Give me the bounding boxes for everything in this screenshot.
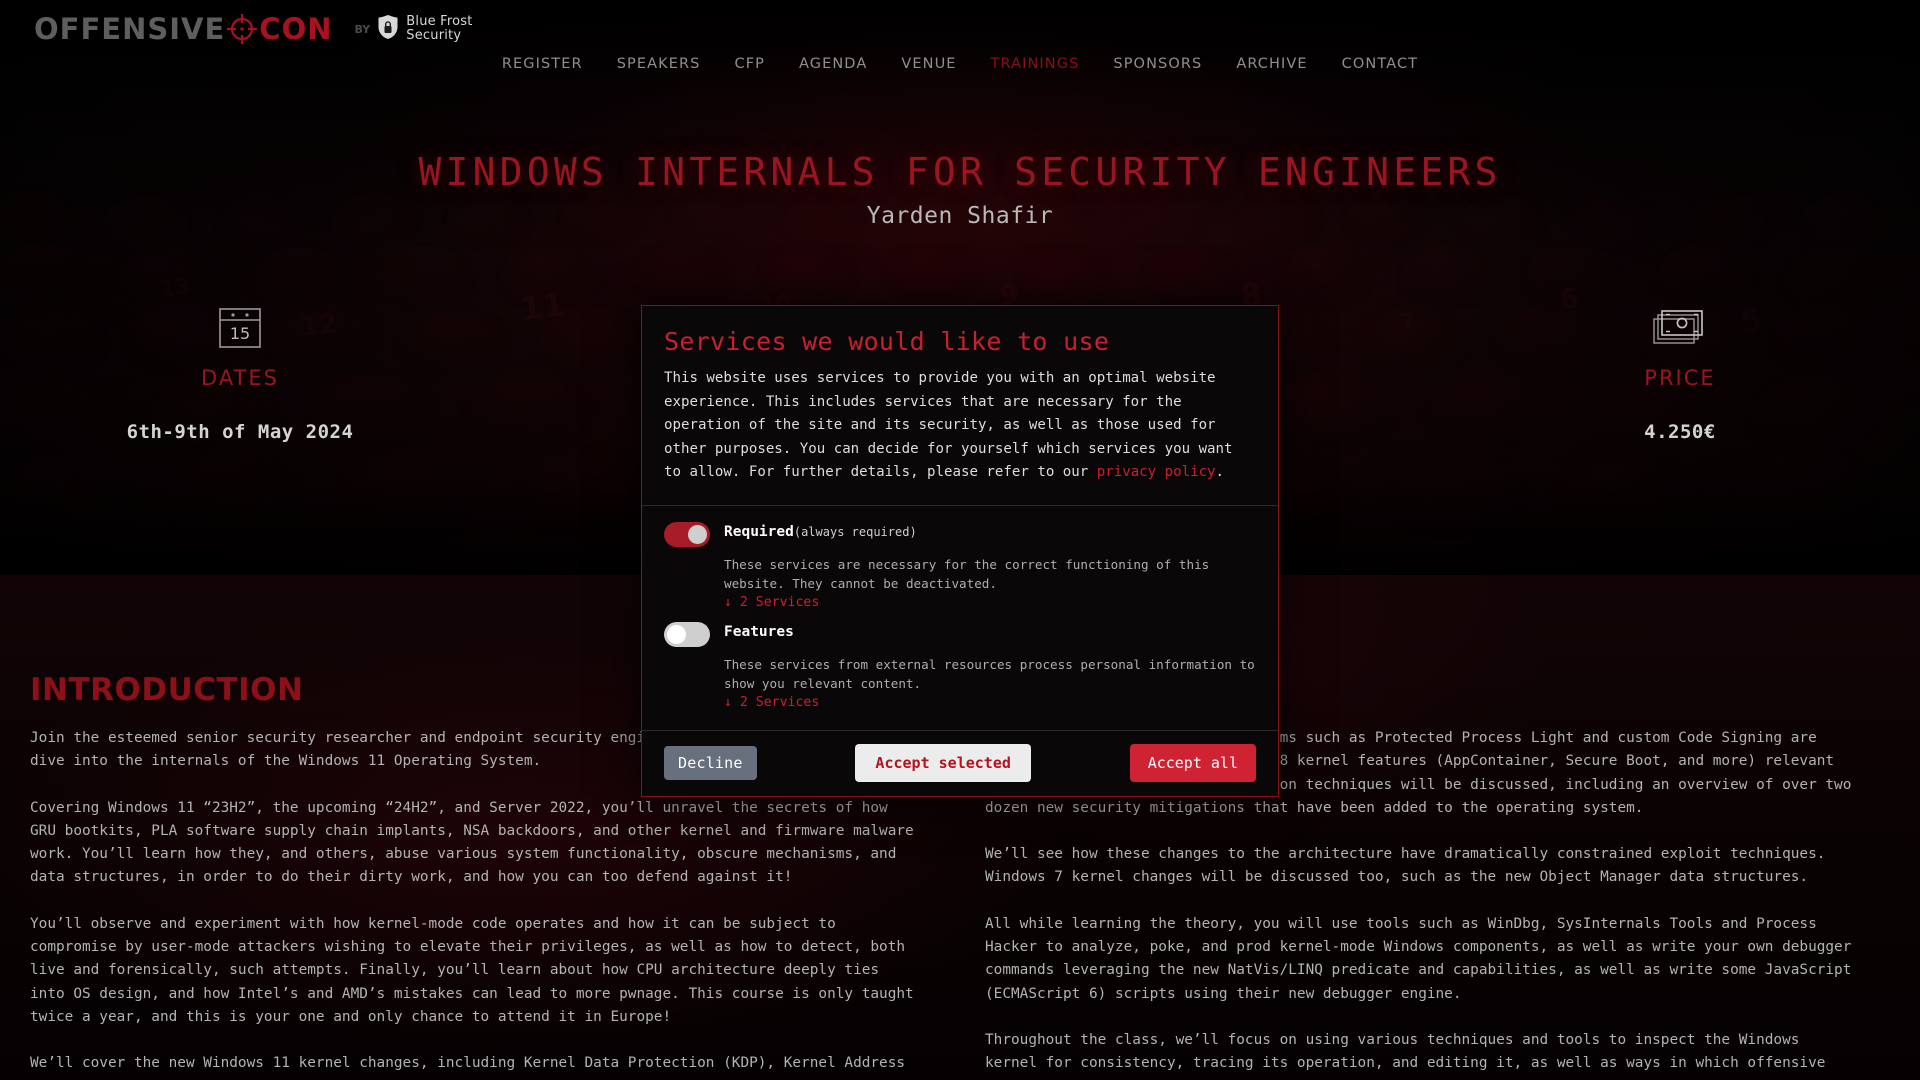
service-row-required: Required(always required) — [664, 520, 1256, 547]
cookie-service-groups: Required(always required) These services… — [642, 506, 1278, 730]
partner-name: Blue Frost Security — [406, 15, 472, 43]
info-value-price: 4.250€ — [1644, 421, 1716, 443]
info-value-dates: 6th-9th of May 2024 — [126, 421, 354, 443]
page-title: WINDOWS INTERNALS FOR SECURITY ENGINEERS — [418, 150, 1502, 194]
service-name-required: Required — [724, 523, 794, 540]
crosshair-icon — [227, 14, 258, 44]
paragraph-right-2: We’ll see how these changes to the archi… — [985, 846, 1826, 886]
nav-item-agenda[interactable]: AGENDA — [782, 56, 884, 72]
paragraph-right-4: Throughout the class, we’ll focus on usi… — [985, 1031, 1826, 1080]
info-card-dates: 15 DATES 6th-9th of May 2024 — [0, 300, 480, 443]
paragraph-right-3: All while learning the theory, you will … — [985, 915, 1852, 1002]
partner-line-2: Security — [406, 28, 462, 43]
paragraph-left-4: We’ll cover the new Windows 11 kernel ch… — [30, 1055, 906, 1072]
service-name-features: Features — [724, 623, 794, 640]
logo-offensive-text: OFFENSIVE — [34, 12, 226, 46]
logo-wordmark: OFFENSIVE CON — [34, 12, 333, 46]
service-description-features: These services from external resources p… — [724, 656, 1255, 691]
service-expand-features[interactable]: ↓ 2 Services — [664, 695, 1256, 710]
cookie-dialog-description: This website uses services to provide yo… — [664, 367, 1256, 485]
paragraph-left-3: You’ll observe and experiment with how k… — [30, 915, 914, 1025]
accept-all-button[interactable]: Accept all — [1129, 743, 1256, 782]
service-note-required: (always required) — [793, 524, 917, 539]
service-description-required: These services are necessary for the cor… — [724, 556, 1210, 591]
info-card-price: PRICE 4.250€ — [1440, 300, 1920, 443]
nav-item-sponsors[interactable]: SPONSORS — [1096, 56, 1219, 72]
primary-navigation: REGISTER SPEAKERS CFP AGENDA VENUE TRAININGS S… — [0, 56, 1920, 72]
info-label-price: PRICE — [1644, 366, 1716, 390]
money-icon — [1440, 300, 1920, 356]
nav-item-venue[interactable]: VENUE — [884, 56, 973, 72]
nav-item-register[interactable]: REGISTER — [485, 56, 600, 72]
partner-line-1: Blue Frost — [406, 14, 473, 29]
by-label: BY — [354, 22, 371, 36]
service-row-features: Features — [664, 620, 1256, 647]
service-heading-features: Features — [724, 620, 1256, 640]
service-expand-required[interactable]: ↓ 2 Services — [664, 595, 1256, 610]
nav-item-trainings[interactable]: TRAININGS — [974, 56, 1097, 72]
page-root: 1312111098765 OFFENSIVE CON — [0, 0, 1920, 1080]
site-logo[interactable]: OFFENSIVE CON BY Blue Frost Security — [34, 12, 473, 46]
cookie-dialog-header: Services we would like to use This websi… — [642, 306, 1278, 506]
cookie-dialog-actions: Decline Accept selected Accept all — [642, 729, 1278, 796]
paragraph-left-2: Covering Windows 11 “23H2”, the upcoming… — [30, 799, 914, 886]
decline-button[interactable]: Decline — [664, 745, 757, 780]
toggle-required[interactable] — [664, 521, 710, 547]
privacy-policy-link[interactable]: privacy policy — [1097, 464, 1216, 480]
blue-frost-security-logo: BY Blue Frost Security — [355, 14, 473, 44]
nav-item-speakers[interactable]: SPEAKERS — [600, 56, 718, 72]
nav-item-contact[interactable]: CONTACT — [1325, 56, 1435, 72]
cookie-consent-dialog: Services we would like to use This websi… — [641, 305, 1279, 797]
accept-selected-button[interactable]: Accept selected — [855, 743, 1031, 782]
cookie-description-tail: . — [1215, 464, 1225, 480]
toggle-knob — [688, 524, 707, 544]
cookie-dialog-title: Services we would like to use — [664, 327, 1110, 356]
calendar-icon: 15 — [0, 300, 480, 356]
nav-item-cfp[interactable]: CFP — [717, 56, 782, 72]
service-group-required: Required(always required) These services… — [664, 520, 1256, 610]
nav-item-archive[interactable]: ARCHIVE — [1219, 56, 1324, 72]
toggle-knob — [667, 624, 686, 644]
course-author: Yarden Shafir — [866, 203, 1054, 229]
service-heading-required: Required(always required) — [724, 520, 1256, 540]
toggle-features[interactable] — [664, 621, 710, 647]
shield-lock-icon — [377, 14, 399, 44]
section-heading-introduction: INTRODUCTION — [30, 672, 304, 708]
calendar-day-number: 15 — [230, 324, 250, 343]
logo-con-text: CON — [259, 12, 333, 46]
info-label-dates: DATES — [201, 366, 279, 390]
service-group-features: Features These services from external re… — [664, 620, 1256, 710]
